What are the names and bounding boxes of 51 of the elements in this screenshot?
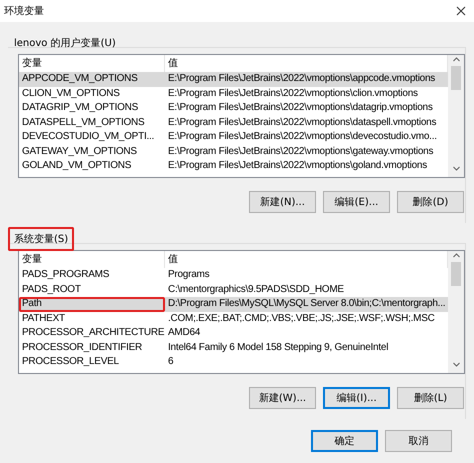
variable-value[interactable]: E:\Program Files\JetBrains\2022\vmoptions\clion.vmoptions: [165, 86, 448, 101]
variable-name[interactable]: PADS_PROGRAMS: [19, 268, 165, 282]
variable-name[interactable]: PROCESSOR_ARCHITECTURE: [19, 326, 165, 340]
variable-value[interactable]: C:\mentorgraphics\9.5PADS\SDD_HOME: [165, 282, 448, 297]
delete-button[interactable]: 删除(L): [397, 387, 464, 409]
variable-value[interactable]: Intel64 Family 6 Model 158 Stepping 9, GenuineIntel: [165, 340, 448, 355]
variable-value[interactable]: E:\Program Files\JetBrains\2022\vmoptions\datagrip.vmoptions: [165, 101, 448, 116]
variable-value[interactable]: AMD64: [165, 326, 448, 340]
variable-value[interactable]: E:\Program Files\JetBrains\2022\vmoptions\goland.vmoptions: [165, 159, 448, 174]
variable-value[interactable]: E:\Program Files\JetBrains\2022\vmoptions\gateway.vmoptions: [165, 144, 448, 159]
cancel-button[interactable]: 取消: [385, 430, 452, 452]
variable-name[interactable]: CLION_VM_OPTIONS: [19, 86, 165, 101]
variable-value[interactable]: 6: [165, 355, 448, 370]
variable-value[interactable]: .COM;.EXE;.BAT;.CMD;.VBS;.VBE;.JS;.JSE;.WSF;.WSH;.MSC: [165, 312, 448, 326]
scrollbar[interactable]: [448, 55, 464, 177]
variable-name[interactable]: PADS_ROOT: [19, 282, 165, 297]
variable-value[interactable]: Programs: [165, 268, 448, 282]
ok-button[interactable]: 确定: [311, 430, 378, 452]
new-button[interactable]: 新建(W)...: [249, 387, 316, 409]
section-label: lenovo 的用户变量(U): [13, 36, 117, 51]
scroll-up-icon[interactable]: [452, 55, 460, 64]
variable-value[interactable]: E:\Program Files\JetBrains\2022\vmoptions\devecostudio.vmo...: [165, 130, 448, 144]
scroll-down-icon[interactable]: [452, 360, 460, 369]
scroll-down-icon[interactable]: [452, 164, 460, 173]
scroll-up-icon[interactable]: [452, 251, 460, 260]
variable-name[interactable]: DEVECOSTUDIO_VM_OPTI...: [19, 130, 165, 144]
section-label: 系统变量(S): [8, 227, 74, 251]
variable-name[interactable]: DATAGRIP_VM_OPTIONS: [19, 101, 165, 116]
scrollbar-thumb[interactable]: [451, 262, 461, 286]
variable-name[interactable]: Path: [19, 297, 165, 312]
scrollbar[interactable]: [448, 251, 464, 373]
delete-button[interactable]: 删除(D): [397, 191, 464, 213]
variable-value[interactable]: E:\Program Files\JetBrains\2022\vmoptions\appcode.vmoptions: [165, 72, 448, 86]
new-button[interactable]: 新建(N)...: [249, 191, 316, 213]
variable-list[interactable]: [18, 54, 465, 178]
variable-list[interactable]: [18, 250, 465, 374]
edit-button[interactable]: 编辑(E)...: [323, 191, 390, 213]
variable-name[interactable]: GOLAND_VM_OPTIONS: [19, 159, 165, 174]
column-header[interactable]: 变量: [19, 251, 165, 268]
variable-name[interactable]: DATASPELL_VM_OPTIONS: [19, 116, 165, 130]
window-title: 环境变量: [4, 4, 44, 18]
variable-value[interactable]: D:\Program Files\MySQL\MySQL Server 8.0\bin;C:\mentorgraph...: [165, 297, 448, 312]
variable-name[interactable]: GATEWAY_VM_OPTIONS: [19, 144, 165, 159]
variable-name[interactable]: PATHEXT: [19, 312, 165, 326]
edit-button[interactable]: 编辑(I)...: [323, 387, 390, 409]
variable-name[interactable]: APPCODE_VM_OPTIONS: [19, 72, 165, 86]
close-icon[interactable]: [456, 6, 466, 16]
variable-value[interactable]: E:\Program Files\JetBrains\2022\vmoptions\dataspell.vmoptions: [165, 116, 448, 130]
variable-name[interactable]: PROCESSOR_LEVEL: [19, 355, 165, 370]
variable-name[interactable]: PROCESSOR_IDENTIFIER: [19, 340, 165, 355]
scrollbar-thumb[interactable]: [451, 66, 461, 90]
